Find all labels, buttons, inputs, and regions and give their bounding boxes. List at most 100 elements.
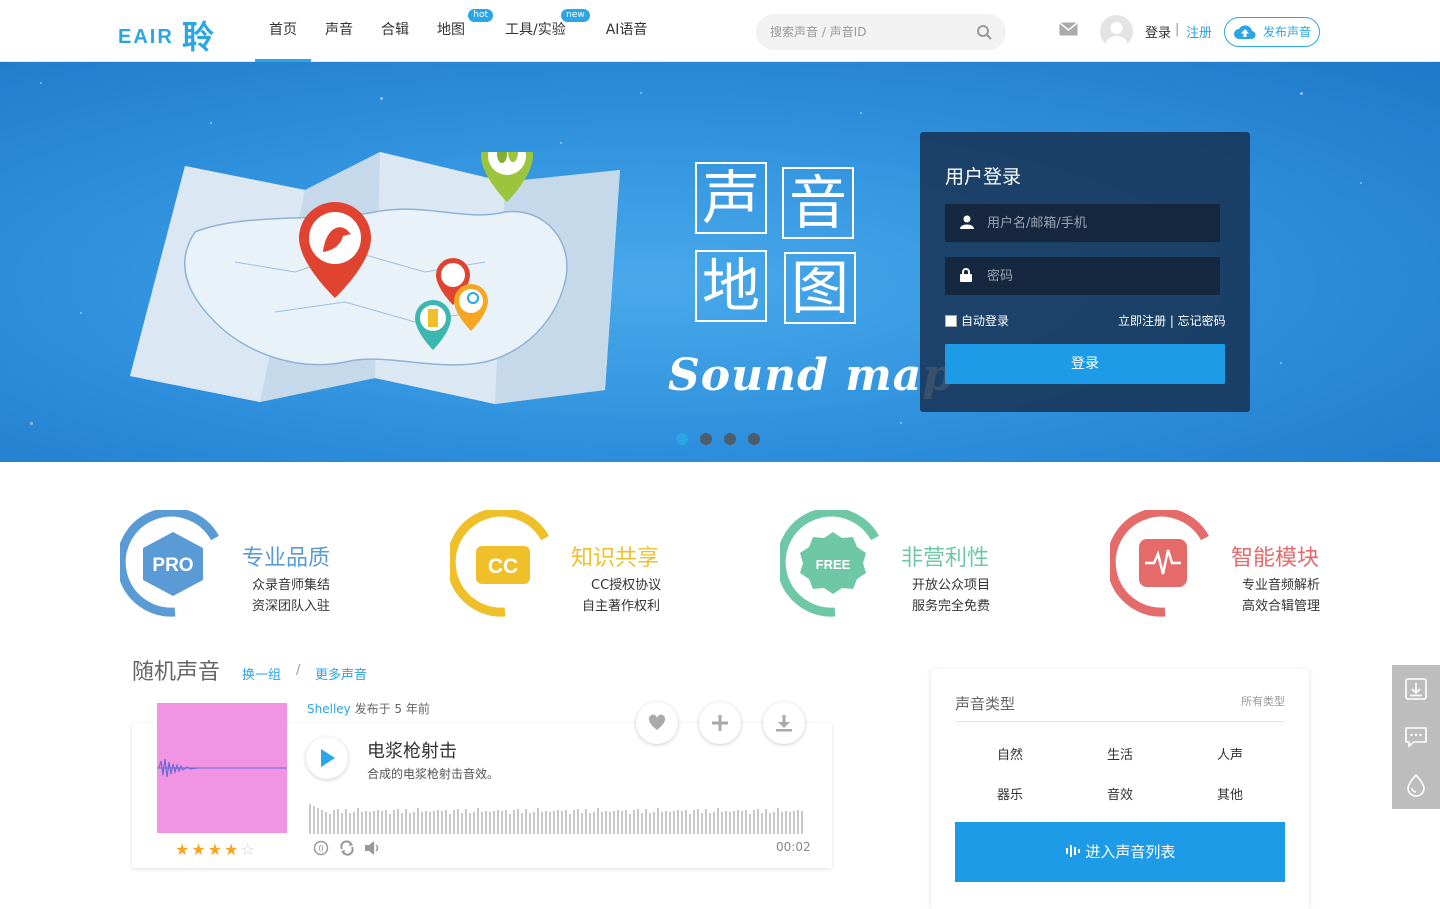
waveform-bar: [697, 809, 699, 834]
nav-home-label: 首页: [269, 22, 297, 38]
site-logo[interactable]: EAIR 聆: [118, 12, 222, 56]
waveform-bar: [493, 811, 495, 834]
register-forgot-links[interactable]: 立即注册 | 忘记密码: [1118, 312, 1226, 329]
waveform-bar: [361, 812, 363, 834]
waveform-bar: [785, 811, 787, 834]
waveform-bar: [333, 810, 335, 834]
waveform-bar: [517, 809, 519, 834]
play-button[interactable]: [306, 737, 348, 779]
waveform-bar: [389, 814, 391, 834]
feature-smart: 智能模块 专业音频解析 高效合辑管理: [1110, 510, 1370, 620]
star-empty-icon[interactable]: ☆: [240, 840, 256, 859]
nav-map[interactable]: 地图 hot: [423, 0, 493, 62]
author-name[interactable]: Shelley: [307, 702, 351, 716]
sound-duration: 00:02: [776, 840, 811, 854]
waveform-progress[interactable]: [309, 800, 806, 834]
search-box: [756, 14, 1006, 50]
feature-cc-line2: 自主著作权利: [582, 599, 661, 614]
auto-login-option[interactable]: 自动登录: [945, 312, 1009, 329]
enter-sound-list-button[interactable]: 进入声音列表: [955, 822, 1285, 882]
waveform-bar: [465, 809, 467, 834]
waveform-bar: [637, 809, 639, 834]
cloud-upload-icon: [1234, 25, 1256, 40]
waveform-bar: [433, 811, 435, 834]
sound-thumbnail[interactable]: [157, 703, 287, 833]
register-link[interactable]: 注册: [1186, 22, 1212, 41]
pro-badge-text: PRO: [152, 555, 193, 576]
title-char-4: 图: [784, 252, 856, 324]
type-instrument[interactable]: 器乐: [980, 784, 1040, 803]
star-icon[interactable]: ★: [191, 840, 207, 859]
waveform-bar: [733, 811, 735, 834]
waveform-bar: [397, 809, 399, 834]
drop-icon: [1407, 773, 1425, 797]
add-to-album-button[interactable]: [699, 702, 741, 744]
waveform-bar: [353, 812, 355, 834]
waveform-bar: [393, 810, 395, 834]
publish-sound-button[interactable]: 发布声音: [1224, 17, 1320, 47]
nav-sounds[interactable]: 声音: [311, 0, 367, 62]
waveform-bar: [781, 812, 783, 834]
waveform-bar: [729, 812, 731, 834]
sound-title[interactable]: 电浆枪射击: [367, 737, 457, 763]
hero-banner: 声 音 地 图 Sound map 用户登录 自动登录 立: [0, 62, 1440, 462]
type-life[interactable]: 生活: [1090, 744, 1150, 763]
waveform-bar: [653, 812, 655, 834]
waveform-bar: [553, 811, 555, 834]
like-button[interactable]: [636, 702, 678, 744]
user-avatar-icon: [1105, 22, 1128, 48]
waveform-bar: [797, 810, 799, 834]
star-icon[interactable]: ★: [175, 840, 191, 859]
auto-login-checkbox[interactable]: [945, 314, 957, 327]
mail-icon[interactable]: [1059, 22, 1078, 36]
waveform-bar: [429, 812, 431, 834]
speed-icon[interactable]: 0: [313, 840, 329, 856]
feature-cc-line1: CC授权协议: [591, 578, 662, 593]
waveform-bar: [401, 813, 403, 834]
avatar[interactable]: [1100, 15, 1133, 48]
nav-albums[interactable]: 合辑: [367, 0, 423, 62]
waveform-bar: [537, 808, 539, 834]
download-button[interactable]: [763, 702, 805, 744]
waveform-bar: [685, 810, 687, 834]
username-input[interactable]: [987, 204, 1207, 242]
nav-tools[interactable]: 工具/实验 new: [491, 0, 590, 62]
volume-icon[interactable]: [364, 840, 380, 856]
nav-ai-voice[interactable]: AI语音: [580, 0, 662, 62]
feedback-tool[interactable]: [1392, 713, 1440, 761]
waveform-bar: [345, 809, 347, 834]
refresh-link[interactable]: 换一组: [242, 664, 281, 683]
slider-dot-3[interactable]: [724, 433, 736, 445]
login-link[interactable]: 登录: [1145, 22, 1171, 41]
star-icon[interactable]: ★: [208, 840, 224, 859]
search-input[interactable]: [770, 14, 970, 50]
nav-sounds-label: 声音: [325, 22, 353, 38]
slider-dot-4[interactable]: [748, 433, 760, 445]
nav-home[interactable]: 首页: [255, 0, 311, 62]
star-icon[interactable]: ★: [224, 840, 240, 859]
theme-tool[interactable]: [1392, 761, 1440, 809]
slider-dot-1[interactable]: [676, 433, 688, 445]
pro-badge-icon: PRO: [120, 510, 219, 617]
waveform-bar: [513, 810, 515, 834]
type-voice[interactable]: 人声: [1200, 744, 1260, 763]
waveform-bar: [501, 811, 503, 834]
loop-icon[interactable]: [339, 840, 355, 856]
rating-stars[interactable]: ★★★★☆: [175, 840, 257, 859]
login-submit-button[interactable]: 登录: [945, 344, 1225, 384]
more-sounds-link[interactable]: 更多声音: [315, 664, 367, 683]
type-sfx[interactable]: 音效: [1090, 784, 1150, 803]
app-download-tool[interactable]: [1392, 665, 1440, 713]
password-input[interactable]: [987, 257, 1207, 295]
play-icon: [321, 749, 335, 767]
type-nature[interactable]: 自然: [980, 744, 1040, 763]
nav-ai-voice-label: AI语音: [605, 22, 648, 38]
type-other[interactable]: 其他: [1200, 784, 1260, 803]
slider-dot-2[interactable]: [700, 433, 712, 445]
waveform-bar: [509, 814, 511, 834]
waveform-bar: [457, 809, 459, 834]
waveform-bar: [725, 811, 727, 834]
waveform-bar: [541, 812, 543, 834]
search-icon[interactable]: [976, 24, 992, 40]
all-types-link[interactable]: 所有类型: [1241, 693, 1285, 709]
